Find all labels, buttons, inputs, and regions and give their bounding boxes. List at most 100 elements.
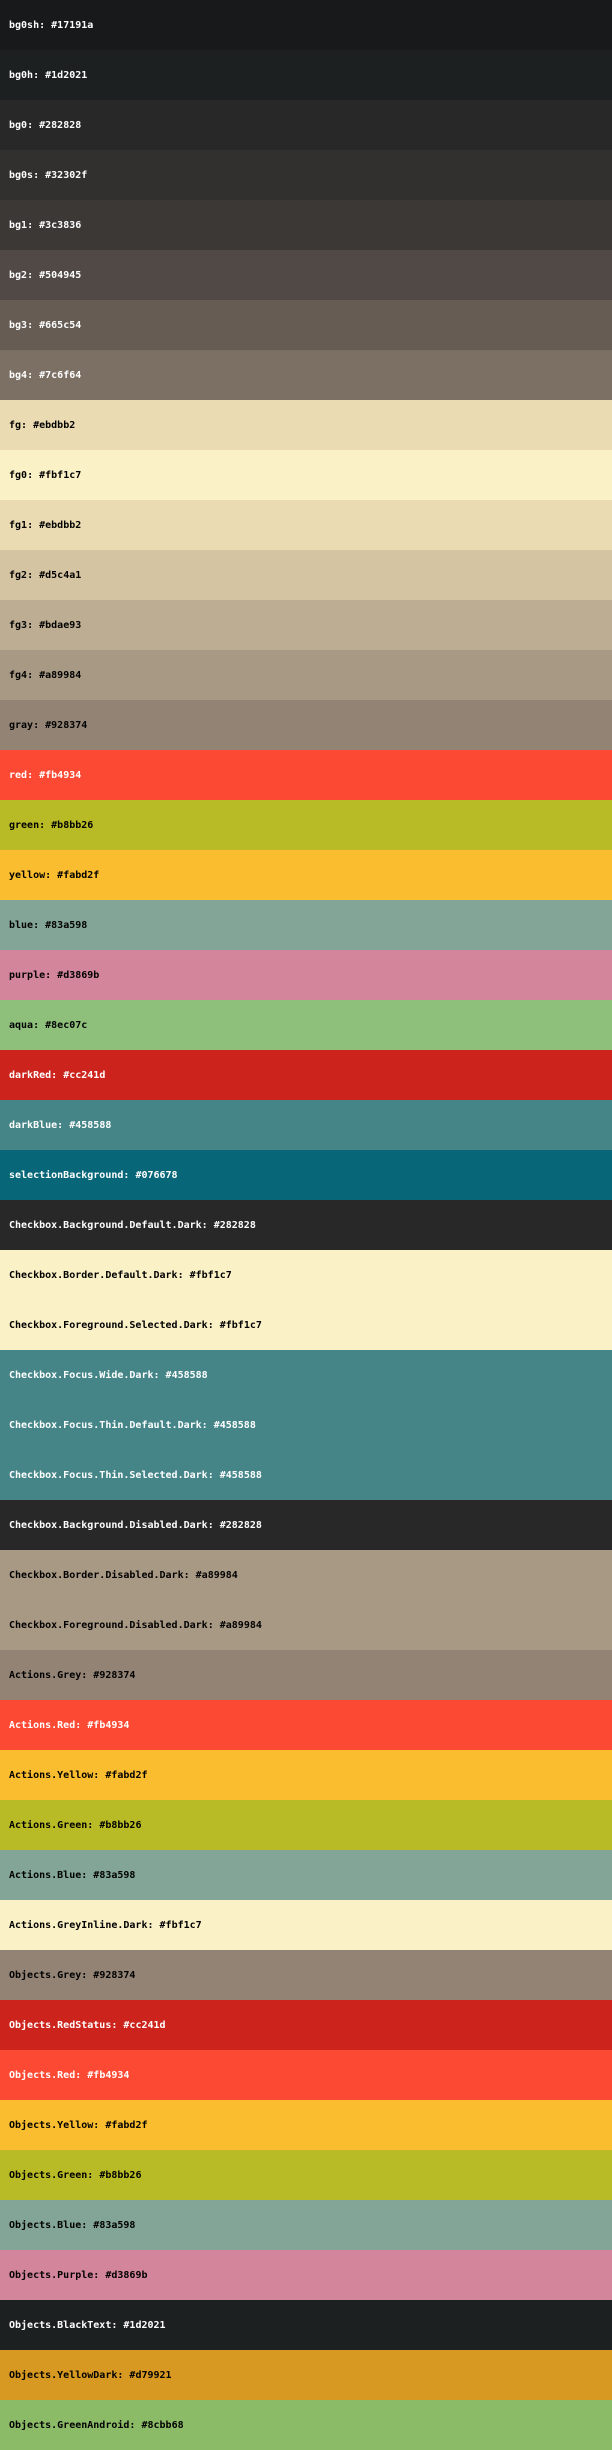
color-swatch: bg0: #282828	[0, 100, 612, 150]
color-swatch: Checkbox.Background.Disabled.Dark: #2828…	[0, 1500, 612, 1550]
swatch-name: Objects.Yellow	[9, 2119, 94, 2131]
color-swatch: Objects.BlackText: #1d2021	[0, 2300, 612, 2350]
swatch-hex: #a89984	[195, 1569, 238, 1581]
swatch-name: Actions.Blue	[9, 1869, 82, 1881]
swatch-hex: #3c3836	[39, 219, 82, 231]
swatch-name: Checkbox.Foreground.Selected.Dark	[9, 1319, 208, 1331]
color-swatch: darkBlue: #458588	[0, 1100, 612, 1150]
swatch-separator: :	[81, 2219, 94, 2231]
swatch-name: bg0sh	[9, 19, 40, 31]
swatch-separator: :	[33, 1019, 46, 1031]
swatch-separator: :	[45, 869, 58, 881]
swatch-separator: :	[207, 1519, 220, 1531]
swatch-separator: :	[207, 1319, 220, 1331]
swatch-separator: :	[27, 469, 40, 481]
color-swatch: Objects.Purple: #d3869b	[0, 2250, 612, 2300]
swatch-name: bg3	[9, 319, 28, 331]
swatch-hex: #83a598	[45, 919, 88, 931]
swatch-separator: :	[87, 1819, 100, 1831]
swatch-hex: #458588	[69, 1119, 112, 1131]
swatch-name: bg4	[9, 369, 28, 381]
swatch-hex: #17191a	[51, 19, 94, 31]
swatch-hex: #d3869b	[105, 2269, 148, 2281]
swatch-name: Checkbox.Focus.Wide.Dark	[9, 1369, 154, 1381]
swatch-separator: :	[177, 1269, 190, 1281]
swatch-hex: #928374	[45, 719, 88, 731]
swatch-separator: :	[51, 1069, 64, 1081]
swatch-name: bg2	[9, 269, 28, 281]
swatch-hex: #bdae93	[39, 619, 82, 631]
swatch-name: Checkbox.Focus.Thin.Default.Dark	[9, 1419, 202, 1431]
swatch-separator: :	[201, 1219, 214, 1231]
swatch-name: Checkbox.Foreground.Disabled.Dark	[9, 1619, 208, 1631]
color-swatch: Objects.YellowDark: #d79921	[0, 2350, 612, 2400]
swatch-name: Objects.BlackText	[9, 2319, 112, 2331]
swatch-separator: :	[45, 969, 58, 981]
color-swatch-list: bg0sh: #17191a bg0h: #1d2021 bg0: #282828 b…	[0, 0, 612, 2450]
swatch-name: Actions.Yellow	[9, 1769, 94, 1781]
color-swatch: Actions.Yellow: #fabd2f	[0, 1750, 612, 1800]
color-swatch: green: #b8bb26	[0, 800, 612, 850]
swatch-hex: #a89984	[219, 1619, 262, 1631]
swatch-separator: :	[39, 819, 52, 831]
swatch-separator: :	[27, 269, 40, 281]
swatch-name: Objects.Blue	[9, 2219, 82, 2231]
color-swatch: Actions.Green: #b8bb26	[0, 1800, 612, 1850]
swatch-name: fg1	[9, 519, 28, 531]
color-swatch: purple: #d3869b	[0, 950, 612, 1000]
color-swatch: Objects.GreenAndroid: #8cbb68	[0, 2400, 612, 2450]
color-swatch: Objects.RedStatus: #cc241d	[0, 2000, 612, 2050]
swatch-hex: #83a598	[93, 2219, 136, 2231]
swatch-hex: #7c6f64	[39, 369, 82, 381]
color-swatch: aqua: #8ec07c	[0, 1000, 612, 1050]
swatch-separator: :	[75, 1719, 88, 1731]
swatch-hex: #ebdbb2	[33, 419, 76, 431]
swatch-hex: #282828	[219, 1519, 262, 1531]
swatch-name: darkRed	[9, 1069, 52, 1081]
swatch-hex: #d5c4a1	[39, 569, 82, 581]
swatch-name: green	[9, 819, 40, 831]
color-swatch: red: #fb4934	[0, 750, 612, 800]
swatch-name: Objects.Purple	[9, 2269, 94, 2281]
swatch-hex: #fabd2f	[105, 1769, 148, 1781]
color-swatch: Actions.Blue: #83a598	[0, 1850, 612, 1900]
swatch-name: red	[9, 769, 28, 781]
swatch-hex: #d3869b	[57, 969, 100, 981]
swatch-name: Checkbox.Background.Default.Dark	[9, 1219, 202, 1231]
swatch-hex: #fbf1c7	[189, 1269, 232, 1281]
swatch-name: Actions.GreyInline.Dark	[9, 1919, 148, 1931]
color-swatch: Objects.Grey: #928374	[0, 1950, 612, 2000]
swatch-separator: :	[75, 2069, 88, 2081]
color-swatch: yellow: #fabd2f	[0, 850, 612, 900]
swatch-name: fg0	[9, 469, 28, 481]
swatch-name: Checkbox.Background.Disabled.Dark	[9, 1519, 208, 1531]
swatch-name: Objects.RedStatus	[9, 2019, 112, 2031]
swatch-separator: :	[27, 569, 40, 581]
color-swatch: fg2: #d5c4a1	[0, 550, 612, 600]
swatch-hex: #b8bb26	[99, 2169, 142, 2181]
swatch-hex: #fb4934	[39, 769, 82, 781]
swatch-hex: #cc241d	[123, 2019, 166, 2031]
color-swatch: Checkbox.Focus.Wide.Dark: #458588	[0, 1350, 612, 1400]
swatch-name: purple	[9, 969, 46, 981]
color-swatch: bg3: #665c54	[0, 300, 612, 350]
swatch-name: fg2	[9, 569, 28, 581]
swatch-separator: :	[39, 19, 52, 31]
swatch-name: blue	[9, 919, 34, 931]
color-swatch: selectionBackground: #076678	[0, 1150, 612, 1200]
color-swatch: bg0s: #32302f	[0, 150, 612, 200]
swatch-separator: :	[57, 1119, 70, 1131]
swatch-separator: :	[111, 2019, 124, 2031]
color-swatch: fg3: #bdae93	[0, 600, 612, 650]
swatch-name: Objects.Red	[9, 2069, 76, 2081]
swatch-separator: :	[183, 1569, 196, 1581]
swatch-hex: #928374	[93, 1669, 136, 1681]
swatch-name: yellow	[9, 869, 46, 881]
swatch-separator: :	[111, 2319, 124, 2331]
swatch-name: fg4	[9, 669, 28, 681]
swatch-hex: #458588	[213, 1419, 256, 1431]
swatch-hex: #d79921	[129, 2369, 172, 2381]
swatch-hex: #8cbb68	[141, 2419, 184, 2431]
swatch-name: Actions.Red	[9, 1719, 76, 1731]
color-swatch: gray: #928374	[0, 700, 612, 750]
